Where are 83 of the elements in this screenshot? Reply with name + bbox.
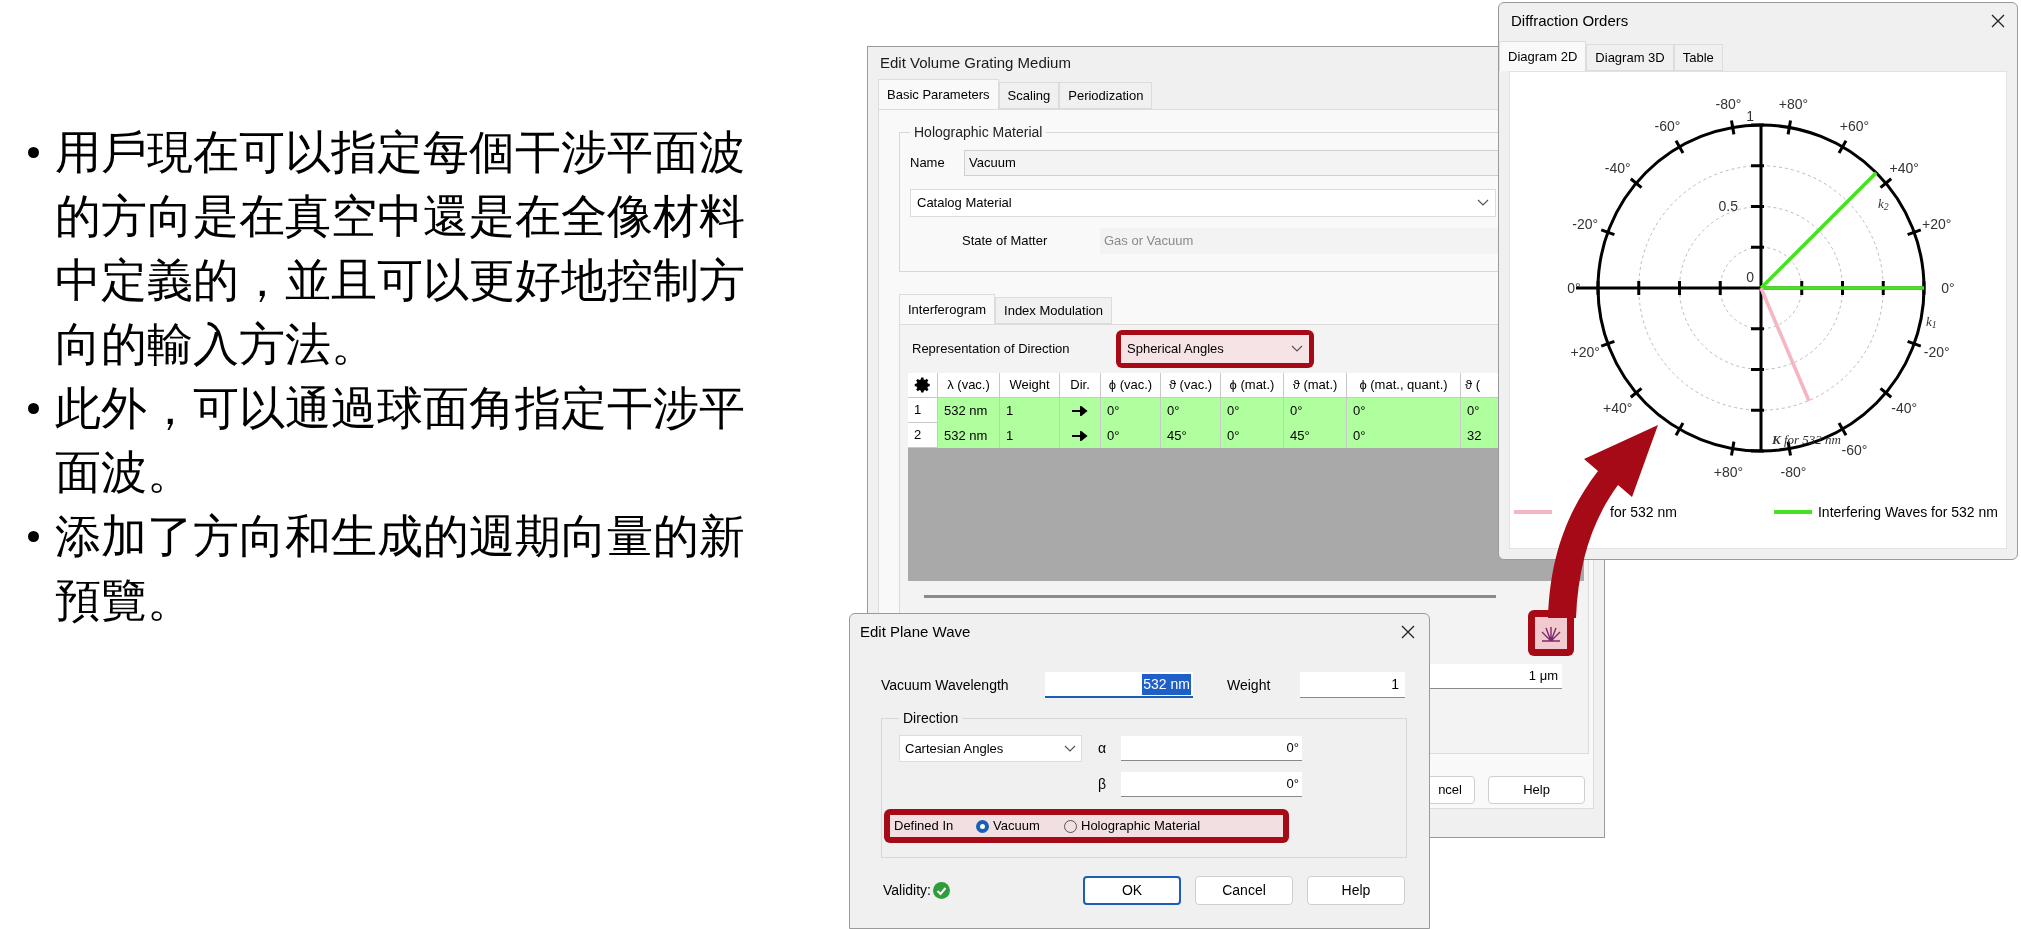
angle-label: -20° [1572, 214, 1599, 234]
field-label: Defined In [894, 817, 955, 836]
tab[interactable]: Basic Parameters [878, 79, 999, 109]
field-label: α [1098, 739, 1108, 758]
preview-button[interactable] [1535, 617, 1567, 649]
angle-label: +40° [1889, 158, 1919, 178]
angle-label: -80° [1715, 94, 1742, 114]
window-title: Edit Plane Wave [860, 621, 971, 642]
field-label: Vacuum Wavelength [881, 675, 1010, 695]
field-label: State of Matter [962, 232, 1049, 251]
bullet-icon [28, 147, 39, 158]
angle-label: -60° [1841, 440, 1868, 460]
vector-label: k$_{2}$ [1878, 195, 1889, 214]
bullet-icon [28, 531, 39, 542]
arrow-right-icon [1072, 430, 1088, 441]
tab[interactable]: Periodization [1059, 82, 1153, 109]
legend-label: Interfering Waves for 532 nm [1818, 502, 1998, 522]
angle-label: -40° [1891, 398, 1918, 418]
angle-label: +80° [1778, 94, 1809, 114]
field-label: Name [910, 154, 946, 173]
help-button[interactable]: Help [1488, 776, 1585, 804]
group-title: Holographic Material [913, 123, 1044, 142]
angle-label: -20° [1923, 342, 1950, 362]
field-label: Representation of Direction [912, 340, 1071, 359]
validity-label: Validity: [883, 881, 931, 900]
table-cell: 0° [1101, 423, 1161, 448]
table-cell: 0° [1347, 423, 1461, 448]
angle-label: -80° [1780, 462, 1807, 482]
group-title: Direction [902, 709, 960, 728]
row-number: 1 [908, 398, 938, 423]
gear-icon[interactable] [913, 376, 932, 394]
row-number: 2 [908, 423, 938, 448]
direction-dropdown[interactable]: Spherical Angles [1121, 335, 1309, 363]
tab[interactable]: Scaling [998, 82, 1060, 109]
close-icon[interactable] [1401, 625, 1415, 639]
chevron-icon [1477, 199, 1489, 207]
radial-label: 0.5 [1718, 196, 1738, 216]
field-label: Weight [1227, 675, 1272, 695]
table-cell: 532 nm [938, 423, 1000, 448]
angle-label: +80° [1713, 462, 1744, 482]
table-cell: 45° [1161, 423, 1221, 448]
arrow-right-icon [1072, 405, 1088, 416]
alpha-field[interactable]: 0° [1121, 736, 1302, 761]
material-dropdown[interactable]: Catalog Material [910, 189, 1496, 217]
tab[interactable]: Diagram 2D [1499, 41, 1587, 71]
angle-label: +60° [1839, 116, 1870, 136]
table-cell: 0° [1221, 423, 1284, 448]
window-title: Edit Volume Grating Medium [880, 52, 1071, 73]
vector-label: k$_{1}$ [1926, 313, 1937, 332]
radio-option[interactable]: Vacuum [976, 816, 1064, 836]
table-cell: 1 [1000, 423, 1060, 448]
bullet-icon [28, 403, 39, 414]
angle-label: +20° [1922, 214, 1952, 234]
dialog-button[interactable]: Cancel [1195, 876, 1293, 905]
chevron-icon [1291, 345, 1303, 353]
tab[interactable]: Diagram 3D [1586, 44, 1674, 71]
beta-field[interactable]: 0° [1121, 772, 1302, 797]
bullet-text: 此外，可以通過球面角指定干涉平面波。 [55, 381, 746, 500]
tab[interactable]: Interferogram [899, 294, 996, 324]
tab[interactable]: Table [1673, 44, 1723, 71]
legend-label: for 532 nm [1610, 502, 1677, 522]
weight-field[interactable]: 1 [1300, 672, 1405, 698]
dialog-button[interactable]: Help [1307, 876, 1405, 905]
tab[interactable]: Index Modulation [995, 297, 1113, 324]
angle-label: -60° [1654, 116, 1681, 136]
chevron-icon [1064, 744, 1076, 753]
wavelength-field[interactable]: 532 nm [1045, 672, 1193, 698]
bullet-text: 添加了方向和生成的週期向量的新預覽。 [55, 509, 746, 628]
angle-type-dropdown[interactable]: Cartesian Angles [899, 735, 1082, 762]
angle-label: +40° [1603, 398, 1633, 418]
close-icon[interactable] [1991, 14, 2005, 28]
angle-label: 0° [1567, 278, 1581, 298]
radio-option[interactable]: Holographic Material [1064, 816, 1201, 836]
table-cell: 45° [1284, 423, 1347, 448]
angle-label: +20° [1570, 342, 1600, 362]
field-label: β [1098, 775, 1108, 794]
radial-label: 1 [1746, 106, 1754, 126]
angle-label: 0° [1941, 278, 1955, 298]
radial-label: 0 [1746, 267, 1754, 287]
window-title: Diffraction Orders [1511, 10, 1629, 31]
dialog-button[interactable]: OK [1083, 876, 1181, 905]
bullet-text: 用戶現在可以指定每個干涉平面波的方向是在真空中還是在全像材料中定義的，並且可以更好地控制方向的輸入方法。 [55, 125, 746, 372]
angle-label: -40° [1604, 158, 1631, 178]
